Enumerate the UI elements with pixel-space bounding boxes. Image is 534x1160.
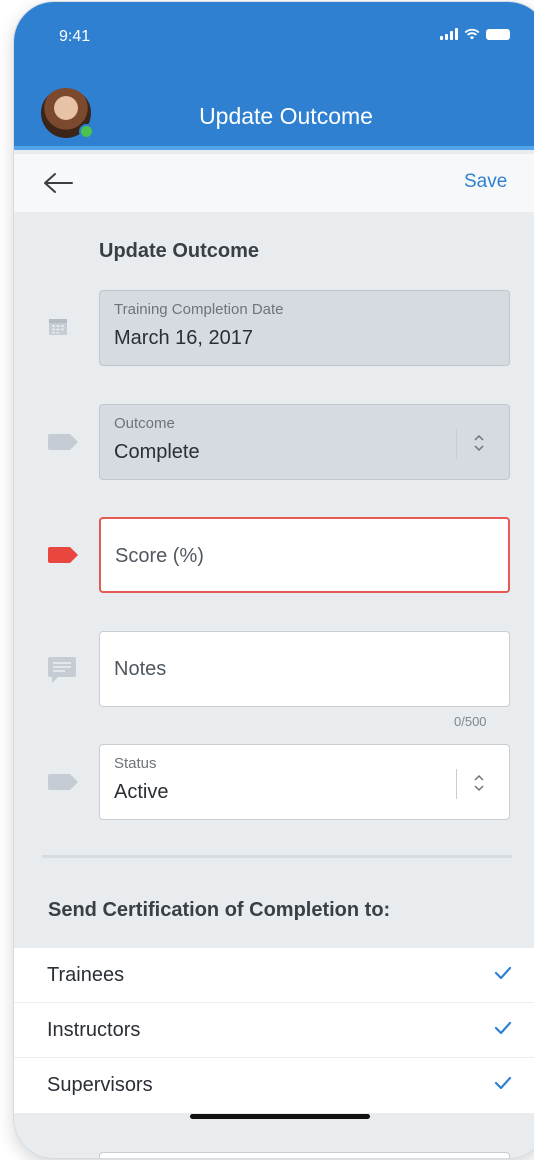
cellular-signal-icon <box>440 28 458 40</box>
score-placeholder: Score (%) <box>115 545 204 567</box>
notes-input[interactable]: Notes <box>99 631 510 707</box>
score-input[interactable]: Score (%) <box>99 517 510 593</box>
checkmark-icon <box>494 966 512 980</box>
completion-date-field: Training Completion Date March 16, 2017 <box>99 290 510 366</box>
list-item-label: Supervisors <box>47 1074 153 1096</box>
wifi-icon <box>464 28 480 40</box>
certification-recipient-list: Trainees Instructors Supervisors <box>14 948 534 1113</box>
home-indicator[interactable] <box>190 1114 370 1119</box>
list-item-label: Instructors <box>47 1019 141 1041</box>
back-arrow-icon[interactable] <box>40 168 76 198</box>
list-item-label: Trainees <box>47 964 125 986</box>
status-time: 9:41 <box>59 28 91 45</box>
checkmark-icon <box>494 1021 512 1035</box>
outcome-label: Outcome <box>114 415 175 432</box>
select-divider <box>456 769 457 799</box>
battery-icon <box>486 28 510 40</box>
section-title: Update Outcome <box>99 240 260 262</box>
tag-icon <box>48 774 78 790</box>
certification-title: Send Certification of Completion to: <box>48 899 391 921</box>
outcome-value: Complete <box>114 441 200 463</box>
calendar-icon <box>49 319 67 335</box>
app-header: 9:41 Update Outcome <box>14 2 534 150</box>
section-divider <box>42 855 512 858</box>
status-icons <box>440 28 510 40</box>
notes-character-counter: 0/500 <box>454 714 487 729</box>
chevron-up-down-icon[interactable] <box>472 770 486 796</box>
status-value: Active <box>114 781 169 803</box>
phone-screen: 9:41 Update Outcome Save Update Outcome <box>14 2 534 1158</box>
checkmark-icon <box>494 1076 512 1090</box>
tag-icon <box>48 434 78 450</box>
next-field-peek <box>99 1152 510 1158</box>
nav-bar: Save <box>14 154 534 212</box>
status-label: Status <box>114 755 157 772</box>
comment-icon <box>48 657 76 683</box>
list-item-instructors[interactable]: Instructors <box>14 1003 534 1058</box>
chevron-up-down-icon <box>474 434 484 452</box>
outcome-select: Outcome Complete <box>99 404 510 480</box>
completion-date-label: Training Completion Date <box>114 301 284 318</box>
header-title: Update Outcome <box>199 103 373 129</box>
list-item-trainees[interactable]: Trainees <box>14 948 534 1003</box>
notes-placeholder: Notes <box>114 658 167 680</box>
select-divider <box>456 429 457 459</box>
status-select[interactable]: Status Active <box>99 744 510 820</box>
completion-date-value: March 16, 2017 <box>114 327 253 349</box>
list-item-supervisors[interactable]: Supervisors <box>14 1058 534 1113</box>
tag-icon <box>48 547 78 563</box>
save-button[interactable]: Save <box>464 171 507 193</box>
